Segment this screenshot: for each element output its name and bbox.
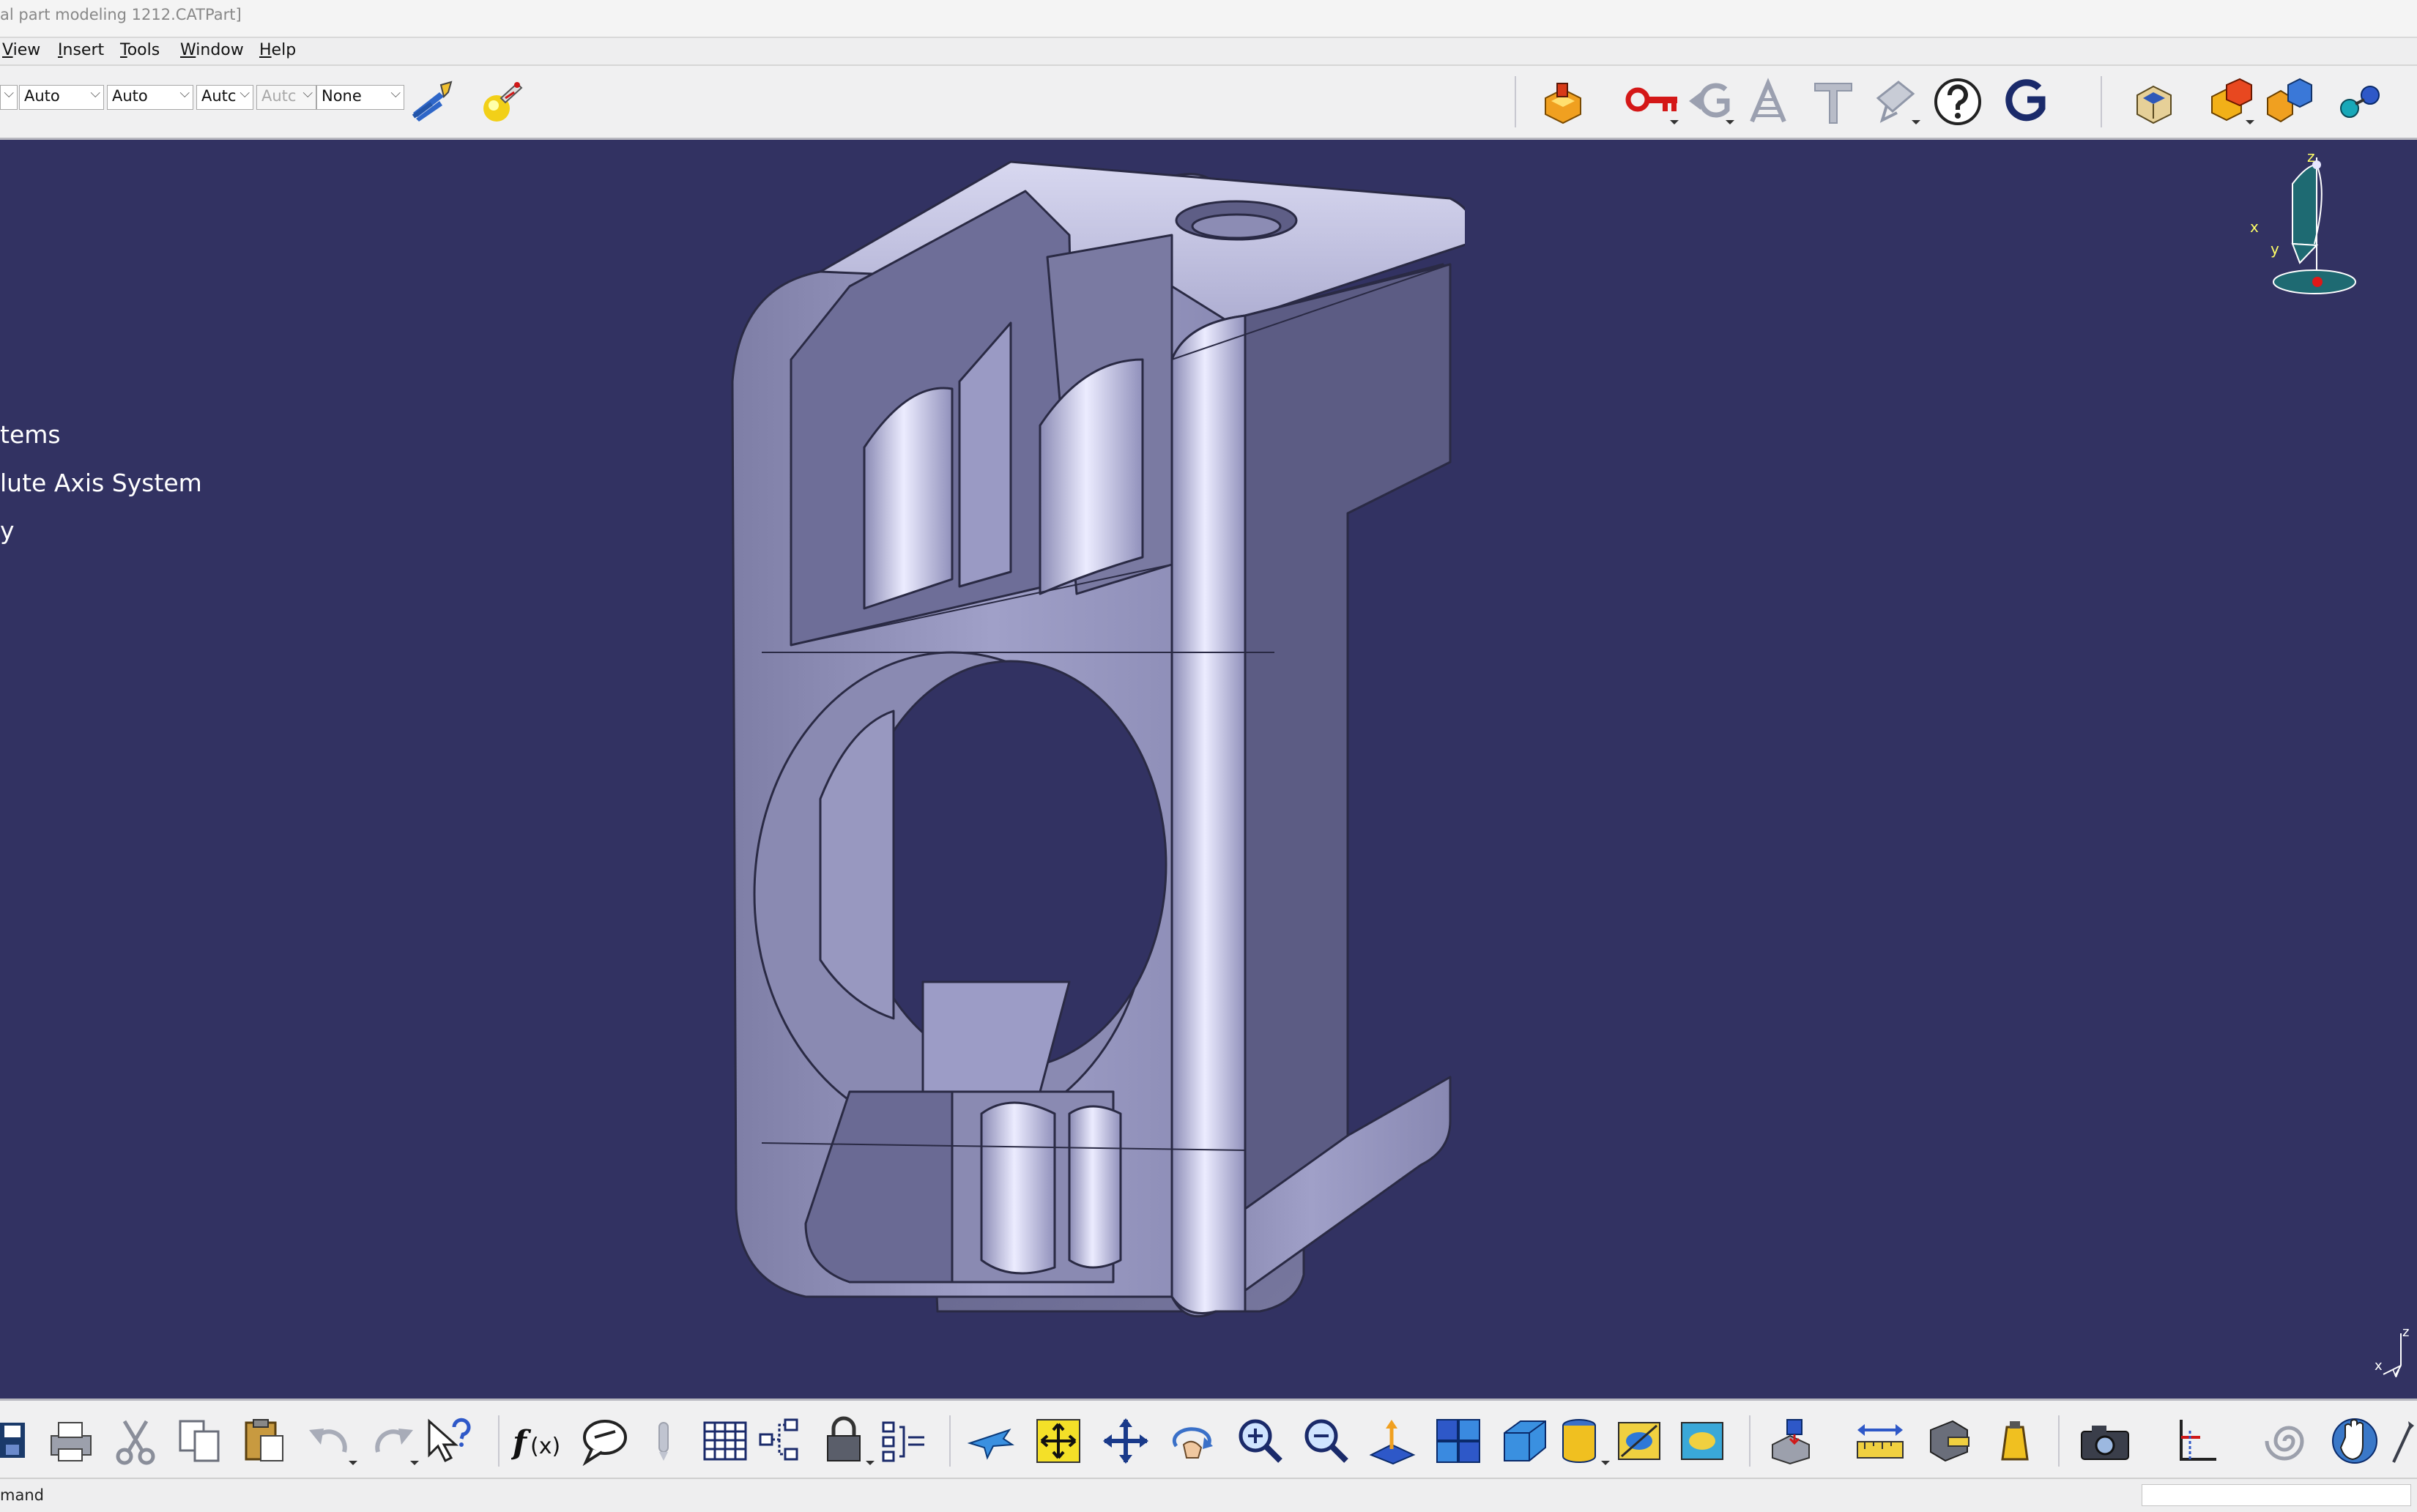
tree-item-axis-systems[interactable]: tems xyxy=(0,420,61,449)
mini-axis-triad: z x y xyxy=(2375,1325,2409,1377)
zoom-out-icon[interactable] xyxy=(1301,1415,1352,1467)
hide-show-icon[interactable] xyxy=(1614,1415,1666,1467)
axis-system-icon[interactable] xyxy=(2168,1415,2219,1467)
mini-axis-z: z xyxy=(2402,1325,2409,1340)
graph-tree-icon xyxy=(1750,78,1786,123)
3d-viewer[interactable]: tems lute Axis System y z x y z x y xyxy=(0,140,2417,1399)
key-icon[interactable] xyxy=(1625,76,1683,127)
lock-icon[interactable] xyxy=(820,1415,879,1467)
generative-shape-icon xyxy=(1689,83,1734,124)
normal-view-icon[interactable] xyxy=(1367,1415,1418,1467)
zoom-in-icon[interactable] xyxy=(1235,1415,1286,1467)
compass-axis-x: x xyxy=(2250,218,2259,236)
status-bar: mand xyxy=(0,1478,2417,1512)
menu-tools[interactable]: Tools xyxy=(120,41,160,59)
product-explode-icon[interactable] xyxy=(2263,76,2314,127)
fly-mode-icon[interactable] xyxy=(965,1415,1017,1467)
parameters-list-icon[interactable] xyxy=(879,1415,930,1467)
compass-axis-y: y xyxy=(2271,240,2279,258)
whats-this-icon[interactable] xyxy=(423,1415,475,1467)
power-input-field[interactable] xyxy=(2142,1484,2411,1506)
catalog-icon[interactable] xyxy=(2128,76,2180,127)
design-table-icon[interactable] xyxy=(700,1415,751,1467)
part-model[interactable] xyxy=(542,140,1465,1370)
formula-icon[interactable]: f (x) xyxy=(511,1415,567,1467)
redo-icon xyxy=(375,1429,419,1465)
window-title: al part modeling 1212.CATPart] xyxy=(0,6,242,23)
line-thickness-combo[interactable]: Autc ⌵ xyxy=(196,85,253,110)
menu-view[interactable]: View xyxy=(2,41,40,59)
paste-icon[interactable] xyxy=(239,1415,290,1467)
help-icon[interactable] xyxy=(1932,76,1983,127)
menu-bar: View Insert Tools Window Help xyxy=(0,38,2417,66)
apply-material-icon[interactable] xyxy=(1765,1415,1816,1467)
constraints-icon[interactable] xyxy=(2336,76,2388,127)
menu-help[interactable]: Help xyxy=(259,41,296,59)
status-message: mand xyxy=(0,1486,44,1504)
fit-all-icon[interactable] xyxy=(1033,1415,1084,1467)
line-color-combo[interactable]: Auto ⌵ xyxy=(19,85,104,110)
layer-combo[interactable]: None ⌵ xyxy=(316,85,404,110)
shading-icon[interactable] xyxy=(1556,1415,1614,1467)
measure-inertia-icon[interactable] xyxy=(1989,1415,2041,1467)
toolbar-separator xyxy=(949,1415,951,1467)
undo-icon xyxy=(309,1429,357,1465)
fill-color-combo[interactable]: ⌵ xyxy=(0,85,18,110)
mini-axis-x: x xyxy=(2375,1358,2383,1374)
pencil-icon xyxy=(658,1422,669,1461)
capture-icon[interactable] xyxy=(2077,1415,2133,1467)
rotate-icon[interactable] xyxy=(1167,1415,1219,1467)
pan-icon[interactable] xyxy=(1100,1415,1151,1467)
assembly-design-icon[interactable] xyxy=(1538,76,1589,127)
spiral-icon[interactable] xyxy=(2263,1415,2314,1467)
cut-icon[interactable] xyxy=(110,1415,161,1467)
toolbar-overflow-icon[interactable] xyxy=(2389,1415,2417,1467)
product-icon[interactable] xyxy=(2205,76,2256,127)
point-symbol-combo: Autc ⌵ xyxy=(256,85,316,110)
measure-item-icon[interactable] xyxy=(1923,1415,1975,1467)
mini-axis-y: y xyxy=(2392,1366,2400,1377)
toolbar-separator xyxy=(1749,1415,1750,1467)
g-logo-icon[interactable] xyxy=(2000,76,2051,127)
graphic-properties-toolbar: ⌵ Auto ⌵ Auto ⌵ Autc ⌵ Autc ⌵ None ⌵ xyxy=(0,66,2417,140)
annotation-icon xyxy=(1876,81,1920,124)
tree-item-geometry[interactable]: y xyxy=(0,516,15,545)
print-icon[interactable] xyxy=(45,1415,97,1467)
measure-between-icon[interactable] xyxy=(1854,1415,1906,1467)
hand-icon[interactable] xyxy=(2329,1415,2380,1467)
line-type-combo[interactable]: Auto ⌵ xyxy=(107,85,193,110)
svg-text:f: f xyxy=(511,1424,532,1461)
multi-view-icon[interactable] xyxy=(1433,1415,1484,1467)
isometric-view-icon[interactable] xyxy=(1499,1415,1550,1467)
tree-item-absolute-axis-system[interactable]: lute Axis System xyxy=(0,469,202,497)
knowledge-icon[interactable] xyxy=(756,1415,807,1467)
text-icon xyxy=(1814,83,1852,124)
toolbar-separator xyxy=(2101,76,2102,127)
save-icon[interactable] xyxy=(0,1418,29,1462)
title-bar: al part modeling 1212.CATPart] xyxy=(0,0,2417,38)
toolbar-separator xyxy=(498,1415,500,1467)
copy-icon[interactable] xyxy=(174,1415,226,1467)
standard-toolbar: f (x) xyxy=(0,1399,2417,1480)
menu-window[interactable]: Window xyxy=(180,41,244,59)
swap-visible-icon[interactable] xyxy=(1677,1415,1729,1467)
toolbar-separator xyxy=(1515,76,1516,127)
compass[interactable]: z x y xyxy=(2241,147,2373,308)
svg-text:(x): (x) xyxy=(530,1434,560,1459)
paintbrush-icon[interactable] xyxy=(407,76,458,127)
comment-icon[interactable] xyxy=(579,1415,630,1467)
toolbar-separator xyxy=(2058,1415,2060,1467)
apply-material-icon[interactable] xyxy=(476,76,527,127)
compass-axis-z: z xyxy=(2307,148,2315,165)
menu-insert[interactable]: Insert xyxy=(58,41,104,59)
